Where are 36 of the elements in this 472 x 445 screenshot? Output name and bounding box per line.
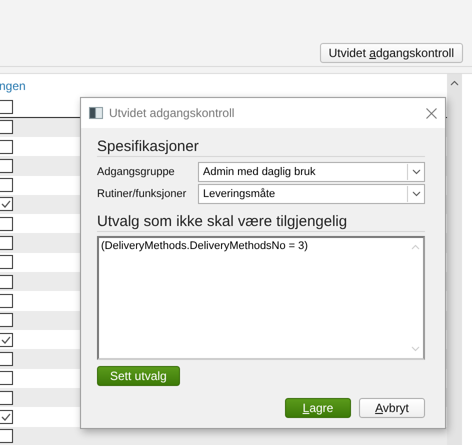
- section-heading: Utvalg som ikke skal være tilgjengelig: [97, 213, 425, 232]
- checkbox[interactable]: [0, 410, 13, 424]
- checkbox[interactable]: [0, 294, 13, 308]
- checkbox[interactable]: [0, 313, 13, 328]
- checkbox[interactable]: [0, 236, 13, 250]
- checkbox[interactable]: [0, 371, 13, 386]
- checkbox[interactable]: [0, 140, 13, 154]
- scroll-up-icon[interactable]: [450, 80, 459, 86]
- checkbox[interactable]: [0, 332, 13, 347]
- cancel-button[interactable]: Avbryt: [359, 398, 425, 418]
- checkbox[interactable]: [0, 429, 13, 444]
- dropdown[interactable]: Admin med daglig bruk: [198, 162, 425, 182]
- checkbox[interactable]: [0, 390, 13, 405]
- field-label: Adgangsgruppe: [97, 166, 176, 178]
- checkbox[interactable]: [0, 197, 13, 212]
- chevron-down-icon: [412, 191, 420, 197]
- checkbox[interactable]: [0, 274, 13, 289]
- checkbox[interactable]: [0, 178, 13, 192]
- dropdown[interactable]: Leveringsmåte: [198, 184, 425, 204]
- close-icon[interactable]: [426, 108, 437, 118]
- checkbox[interactable]: [0, 216, 13, 231]
- checkbox[interactable]: [0, 120, 13, 134]
- window-icon: [89, 107, 103, 119]
- save-button[interactable]: Lagre: [285, 398, 351, 418]
- checkbox[interactable]: [0, 255, 13, 270]
- field-label: Rutiner/funksjoner: [97, 188, 188, 200]
- set-filter-button[interactable]: Sett utvalg: [97, 366, 180, 386]
- checkbox[interactable]: [0, 352, 13, 366]
- extended-access-button[interactable]: Utvidet adgangskontroll: [320, 43, 463, 63]
- column-link[interactable]: ngen: [0, 78, 26, 93]
- chevron-down-icon: [412, 169, 420, 175]
- checkbox[interactable]: [0, 158, 13, 173]
- scrollbar[interactable]: [447, 74, 462, 445]
- section-heading: Spesifikasjoner: [97, 138, 425, 157]
- dialog-title: Utvidet adgangskontroll: [109, 106, 236, 120]
- checkbox[interactable]: [0, 100, 13, 114]
